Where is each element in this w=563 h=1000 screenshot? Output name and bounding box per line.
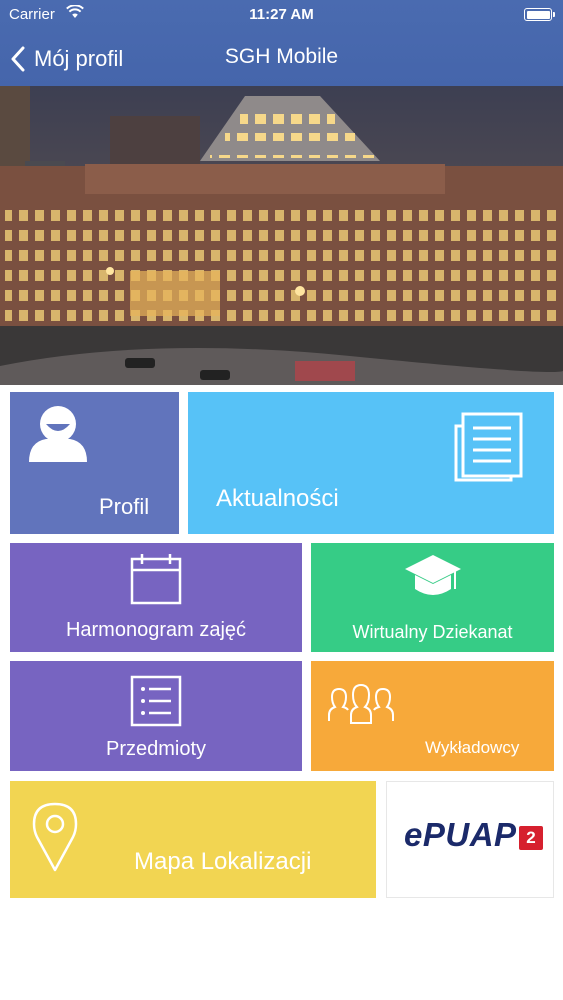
location-pin-icon xyxy=(32,802,78,872)
news-tile[interactable]: Aktualności xyxy=(188,392,554,534)
epuap-tile[interactable]: ePUAP 2 xyxy=(386,781,554,898)
map-tile-label: Mapa Lokalizacji xyxy=(134,848,312,875)
navigation-bar: Mój profil SGH Mobile xyxy=(0,30,563,86)
battery-icon xyxy=(524,8,555,21)
calendar-icon xyxy=(130,554,182,605)
news-tile-label: Aktualności xyxy=(216,485,339,512)
schedule-tile-label: Harmonogram zajęć xyxy=(65,619,247,641)
status-bar: Carrier 11:27 AM xyxy=(0,0,563,30)
courses-tile-label: Przedmioty xyxy=(105,738,207,760)
courses-tile[interactable]: Przedmioty xyxy=(10,661,302,771)
graduation-cap-icon xyxy=(405,555,461,595)
status-time: 11:27 AM xyxy=(249,6,314,23)
epuap-logo-number: 2 xyxy=(519,826,543,850)
epuap-logo-text: ePUAP xyxy=(404,816,517,853)
map-tile[interactable]: Mapa Lokalizacji xyxy=(10,781,376,898)
virtual-deanery-tile-label: Wirtualny Dziekanat xyxy=(352,622,513,642)
virtual-deanery-tile[interactable]: Wirtualny Dziekanat xyxy=(311,543,554,652)
list-icon xyxy=(130,675,182,727)
lecturers-tile-label: Wykładowcy xyxy=(425,738,520,757)
page-title: SGH Mobile xyxy=(224,45,339,68)
campus-photo xyxy=(0,86,563,385)
people-icon xyxy=(328,683,394,724)
profile-tile[interactable]: Profil xyxy=(10,392,179,534)
header: Carrier 11:27 AM Mój profil SGH Mobile xyxy=(0,0,563,86)
news-icon xyxy=(454,412,523,482)
schedule-tile[interactable]: Harmonogram zajęć xyxy=(10,543,302,652)
lecturers-tile[interactable]: Wykładowcy xyxy=(311,661,554,771)
profile-tile-label: Profil xyxy=(99,494,150,519)
user-icon xyxy=(29,406,87,462)
